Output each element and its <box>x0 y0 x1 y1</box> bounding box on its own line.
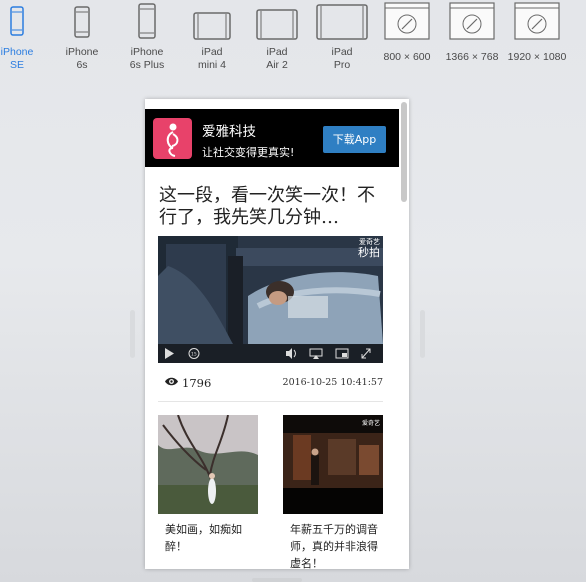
play-icon[interactable] <box>165 348 174 359</box>
browser-window-icon <box>449 2 495 40</box>
device-iphone-6s[interactable]: iPhone 6s <box>62 6 102 72</box>
volume-icon[interactable] <box>286 348 296 359</box>
device-ipad-pro[interactable]: iPad Pro <box>314 4 370 72</box>
eye-icon <box>165 377 178 386</box>
device-label: iPhone SE <box>0 46 34 71</box>
device-ipad-air-2[interactable]: iPad Air 2 <box>254 9 300 72</box>
tablet-icon <box>193 12 231 40</box>
phone-icon <box>138 3 156 39</box>
device-label: 800 × 600 <box>383 51 431 63</box>
device-label: iPad Air 2 <box>266 46 288 71</box>
app-logo <box>153 118 192 159</box>
airplay-icon[interactable] <box>309 348 323 359</box>
related-thumbnail[interactable] <box>158 415 258 514</box>
device-1920x1080[interactable]: 1920 × 1080 <box>504 2 570 64</box>
thumbnail-watermark: 爱奇艺 <box>361 420 380 427</box>
device-800x600[interactable]: 800 × 600 <box>378 2 436 64</box>
video-brand-main: 秒拍 <box>358 246 380 259</box>
related-image <box>283 415 383 514</box>
tablet-icon <box>316 4 368 40</box>
replay-icon[interactable]: 15 <box>188 348 200 359</box>
divider <box>158 401 383 402</box>
browser-window-icon <box>514 2 560 40</box>
related-thumbnail[interactable]: 爱奇艺 <box>283 415 383 514</box>
video-watermark: 爱奇艺 秒拍 <box>358 238 380 259</box>
device-label: iPhone 6s <box>65 46 99 71</box>
device-toolbar: iPhone SE iPhone 6s iPhone 6s Plus iPad … <box>0 0 586 80</box>
resize-handle-bottom[interactable] <box>252 578 302 582</box>
related-image <box>158 415 258 514</box>
related-title[interactable]: 年薪五千万的调音师，真的并非浪得虚名！ <box>290 521 380 569</box>
phone-icon <box>74 6 90 38</box>
browser-window-icon <box>384 2 430 40</box>
fullscreen-icon[interactable] <box>361 348 371 359</box>
app-name: 爱雅科技 <box>202 124 256 140</box>
resize-handle-left[interactable] <box>130 310 135 358</box>
video-controls: 15 <box>158 344 383 363</box>
view-count: 1796 <box>182 376 212 390</box>
resize-handle-right[interactable] <box>420 310 425 358</box>
tablet-icon <box>256 9 298 40</box>
app-slogan: 让社交变得更真实! <box>202 146 295 159</box>
phone-icon <box>10 6 24 36</box>
article-meta: 1796 2016-10-25 10:41:57 <box>158 375 383 393</box>
device-iphone-6s-plus[interactable]: iPhone 6s Plus <box>124 3 170 72</box>
download-app-button[interactable]: 下载App <box>323 126 386 153</box>
svg-text:15: 15 <box>191 352 197 358</box>
device-label: 1920 × 1080 <box>507 51 567 63</box>
app-download-banner: 爱雅科技 让社交变得更真实! 下载App <box>145 109 399 167</box>
device-label: 1366 × 768 <box>445 51 499 63</box>
device-label: iPad mini 4 <box>197 46 226 71</box>
device-viewport: 爱雅科技 让社交变得更真实! 下载App 这一段，看一次笑一次！不行了，我先笑几… <box>145 99 409 569</box>
video-brand-top: 爱奇艺 <box>359 238 380 246</box>
device-iphone-se[interactable]: iPhone SE <box>0 6 34 72</box>
publish-datetime: 2016-10-25 10:41:57 <box>282 377 383 388</box>
video-player[interactable]: 爱奇艺 秒拍 15 <box>158 236 383 363</box>
device-1366x768[interactable]: 1366 × 768 <box>442 2 502 64</box>
video-frame <box>158 236 383 344</box>
related-title[interactable]: 美如画，如痴如醉！ <box>165 521 253 555</box>
device-label: iPhone 6s Plus <box>129 46 165 71</box>
picture-in-picture-icon[interactable] <box>335 348 349 359</box>
device-ipad-mini-4[interactable]: iPad mini 4 <box>190 12 234 72</box>
app-logo-icon <box>166 123 179 157</box>
device-label: iPad Pro <box>331 46 353 71</box>
scrollbar[interactable] <box>401 102 407 202</box>
article-title: 这一段，看一次笑一次！不行了，我先笑几分钟… <box>159 185 375 228</box>
